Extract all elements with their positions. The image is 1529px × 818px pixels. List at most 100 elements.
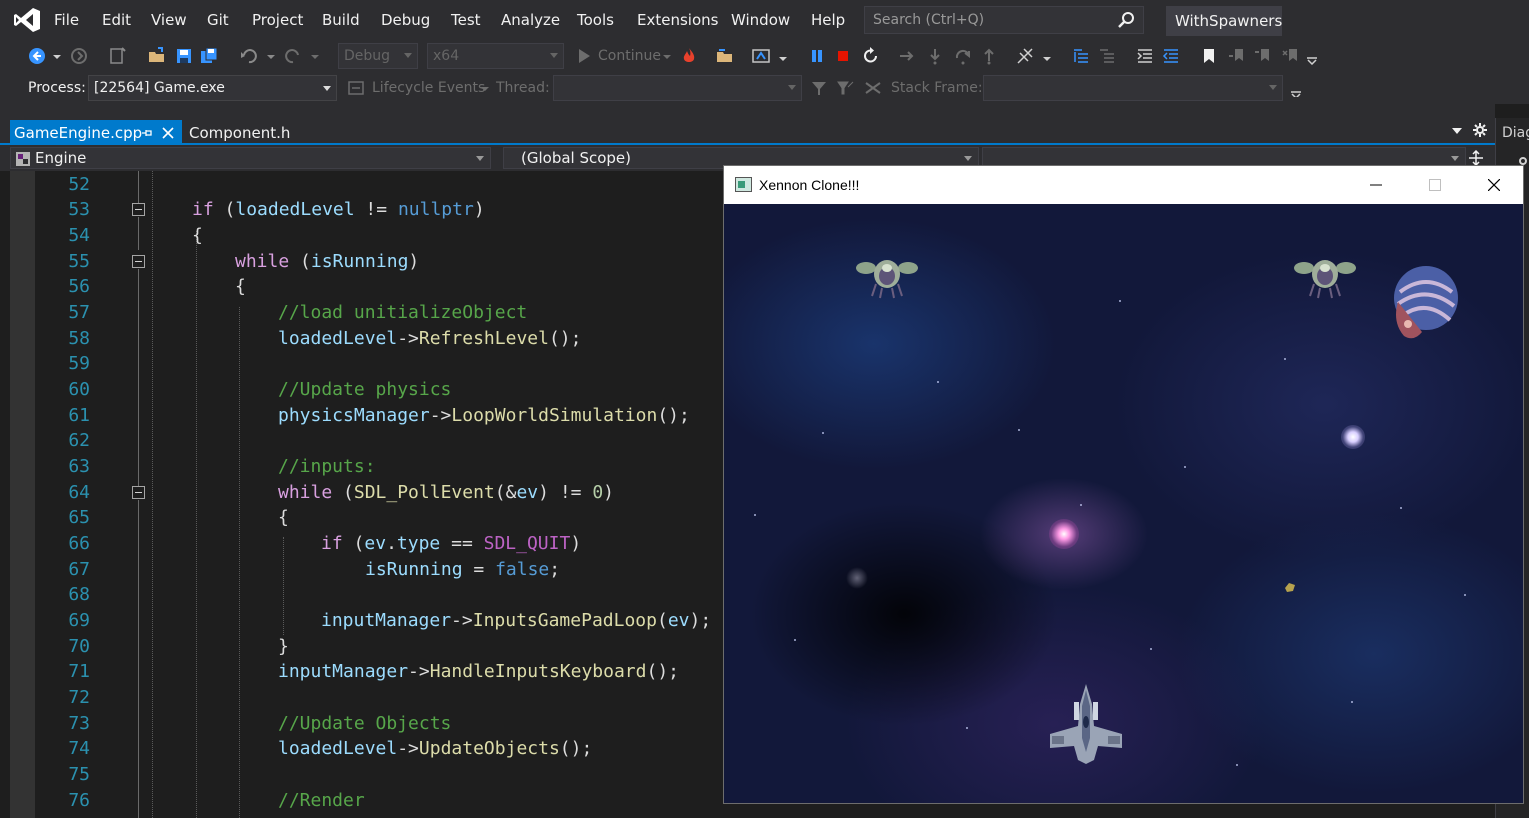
redo-dropdown-icon[interactable] <box>310 47 320 65</box>
redo-icon[interactable] <box>284 47 302 65</box>
split-editor-icon[interactable] <box>1468 150 1484 166</box>
close-icon[interactable] <box>162 127 174 139</box>
lifecycle-dropdown-icon[interactable] <box>480 79 490 97</box>
diagnostic-tools-title[interactable]: Diag <box>1502 125 1529 141</box>
code-line-65[interactable]: { <box>278 507 289 528</box>
pin-icon[interactable] <box>140 126 154 140</box>
code-map-icon[interactable] <box>1016 47 1034 65</box>
code-line-60[interactable]: //Update physics <box>278 379 451 400</box>
code-line-54[interactable]: { <box>192 225 203 246</box>
next-bookmark-icon[interactable] <box>1254 47 1272 65</box>
code-line-76[interactable]: //Render <box>278 790 365 811</box>
new-project-icon[interactable] <box>108 47 126 65</box>
toolbar-overflow-icon[interactable] <box>1306 47 1318 65</box>
flag-threads-icon[interactable] <box>836 79 854 97</box>
menu-file[interactable]: File <box>54 11 79 29</box>
tab-list-dropdown-icon[interactable] <box>1452 128 1462 134</box>
collapse-toggle[interactable] <box>132 203 145 216</box>
menu-analyze[interactable]: Analyze <box>501 11 560 29</box>
code-line-66[interactable]: if (ev.type == SDL_QUIT) <box>321 533 581 554</box>
save-all-icon[interactable] <box>200 47 218 65</box>
step-into-icon[interactable] <box>926 47 944 65</box>
menu-extensions[interactable]: Extensions <box>637 11 718 29</box>
step-over-icon[interactable] <box>954 47 972 65</box>
hot-reload-flame-icon[interactable] <box>680 47 698 65</box>
code-map-dropdown-icon[interactable] <box>1042 47 1052 65</box>
search-input[interactable]: Search (Ctrl+Q) <box>864 6 1144 34</box>
code-line-58[interactable]: loadedLevel->RefreshLevel(); <box>278 328 581 349</box>
previous-bookmark-icon[interactable] <box>1228 47 1246 65</box>
menu-project[interactable]: Project <box>252 11 303 29</box>
stack-frame-select[interactable] <box>983 75 1283 101</box>
bookmark-icon[interactable] <box>1200 47 1218 65</box>
process-select[interactable]: [22564] Game.exe <box>88 75 337 101</box>
solution-name-badge[interactable]: WithSpawners <box>1166 6 1282 36</box>
continue-button[interactable]: Continue <box>598 48 661 64</box>
outdent-icon[interactable] <box>1162 47 1180 65</box>
stack-frame-icon[interactable] <box>864 79 882 97</box>
code-line-70[interactable]: } <box>278 636 289 657</box>
lifecycle-events-icon[interactable] <box>347 79 365 97</box>
code-line-73[interactable]: //Update Objects <box>278 713 451 734</box>
comment-lines-icon[interactable] <box>1072 47 1090 65</box>
break-all-pause-icon[interactable] <box>808 47 826 65</box>
show-next-statement-icon[interactable] <box>898 47 916 65</box>
project-select[interactable]: Engine <box>10 147 491 169</box>
restart-icon[interactable] <box>862 47 880 65</box>
gear-icon[interactable] <box>1472 122 1488 138</box>
continue-dropdown-icon[interactable] <box>662 47 672 65</box>
menu-tools[interactable]: Tools <box>577 11 614 29</box>
menu-git[interactable]: Git <box>207 11 229 29</box>
menu-test[interactable]: Test <box>451 11 481 29</box>
menu-build[interactable]: Build <box>322 11 360 29</box>
code-line-53[interactable]: if (loadedLevel != nullptr) <box>192 199 485 220</box>
save-icon[interactable] <box>175 47 193 65</box>
code-line-64[interactable]: while (SDL_PollEvent(&ev) != 0) <box>278 482 614 503</box>
menu-debug[interactable]: Debug <box>381 11 430 29</box>
toolbar-overflow-icon[interactable] <box>1290 79 1302 97</box>
code-line-61[interactable]: physicsManager->LoopWorldSimulation(); <box>278 405 690 426</box>
navigate-forward-icon[interactable] <box>70 47 88 65</box>
code-line-74[interactable]: loadedLevel->UpdateObjects(); <box>278 738 592 759</box>
continue-play-icon[interactable] <box>575 47 593 65</box>
code-line-67[interactable]: isRunning = false; <box>365 559 560 580</box>
code-line-69[interactable]: inputManager->InputsGamePadLoop(ev); <box>321 610 711 631</box>
menu-window[interactable]: Window <box>731 11 790 29</box>
clear-bookmarks-icon[interactable] <box>1282 47 1300 65</box>
game-window-titlebar[interactable]: Xennon Clone!!! <box>724 166 1523 204</box>
open-file-in-folder-icon[interactable] <box>716 47 734 65</box>
game-window[interactable]: Xennon Clone!!! <box>723 165 1524 804</box>
minimize-button[interactable] <box>1347 166 1405 204</box>
indicator-margin[interactable] <box>10 171 35 818</box>
maximize-button[interactable] <box>1406 166 1464 204</box>
code-line-57[interactable]: //load unitializeObject <box>278 302 527 323</box>
filter-threads-icon[interactable] <box>810 79 828 97</box>
indent-icon[interactable] <box>1136 47 1154 65</box>
code-line-56[interactable]: { <box>235 276 246 297</box>
thread-select[interactable] <box>553 75 802 101</box>
collapse-toggle[interactable] <box>132 255 145 268</box>
undo-dropdown-icon[interactable] <box>266 47 276 65</box>
solution-configuration-select[interactable]: Debug <box>338 43 418 69</box>
application-insights-icon[interactable] <box>752 47 770 65</box>
navigate-back-icon[interactable] <box>28 47 46 65</box>
lifecycle-events-button[interactable]: Lifecycle Events <box>372 80 485 96</box>
open-folder-icon[interactable] <box>148 47 166 65</box>
tab-component-h[interactable]: Component.h <box>189 124 290 142</box>
close-button[interactable] <box>1465 166 1523 204</box>
insights-dropdown-icon[interactable] <box>778 47 788 65</box>
undo-icon[interactable] <box>240 47 258 65</box>
solution-platform-select[interactable]: x64 <box>427 43 564 69</box>
code-line-55[interactable]: while (isRunning) <box>235 251 419 272</box>
step-out-icon[interactable] <box>980 47 998 65</box>
menu-view[interactable]: View <box>151 11 187 29</box>
uncomment-lines-icon[interactable] <box>1098 47 1116 65</box>
game-canvas[interactable] <box>724 204 1523 803</box>
collapse-toggle[interactable] <box>132 486 145 499</box>
menu-help[interactable]: Help <box>811 11 845 29</box>
code-line-71[interactable]: inputManager->HandleInputsKeyboard(); <box>278 661 679 682</box>
back-dropdown-icon[interactable] <box>52 47 62 65</box>
menu-edit[interactable]: Edit <box>102 11 131 29</box>
visual-studio-logo-icon[interactable] <box>13 6 41 34</box>
stop-debugging-icon[interactable] <box>834 47 852 65</box>
